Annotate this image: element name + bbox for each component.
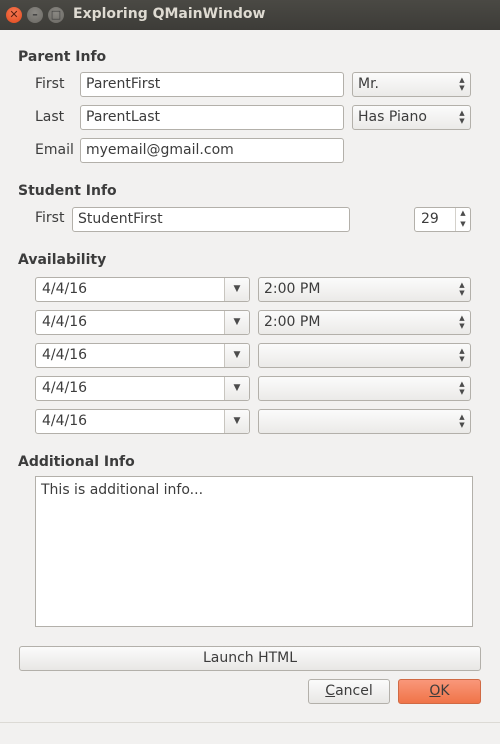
availability-time-2[interactable]: 2:00 PM ▲ ▼	[258, 310, 471, 335]
parent-title-select[interactable]: Mr. ▲ ▼	[352, 72, 471, 97]
parent-info-heading: Parent Info	[18, 49, 107, 65]
chevron-down-icon[interactable]: ▼	[224, 377, 249, 400]
availability-time-value: 2:00 PM	[264, 281, 321, 297]
availability-date-value: 4/4/16	[42, 413, 88, 429]
piano-value: Has Piano	[358, 109, 427, 125]
student-first-input[interactable]: StudentFirst	[72, 207, 350, 232]
availability-heading: Availability	[18, 252, 107, 268]
availability-time-4[interactable]: ▲ ▼	[258, 376, 471, 401]
status-bar-divider	[0, 722, 500, 723]
maximize-icon[interactable]: □	[48, 7, 64, 23]
availability-date-3[interactable]: 4/4/16 ▼	[35, 343, 250, 368]
title-bar: ✕ – □ Exploring QMainWindow	[0, 0, 500, 30]
parent-email-input[interactable]: myemail@gmail.com	[80, 138, 344, 163]
chevron-down-icon[interactable]: ▼	[224, 278, 249, 301]
availability-date-2[interactable]: 4/4/16 ▼	[35, 310, 250, 335]
student-age-spinbox[interactable]: 29 ▲ ▼	[414, 207, 471, 232]
availability-date-value: 4/4/16	[42, 281, 88, 297]
availability-date-1[interactable]: 4/4/16 ▼	[35, 277, 250, 302]
piano-select[interactable]: Has Piano ▲ ▼	[352, 105, 471, 130]
parent-email-label: Email	[35, 142, 74, 158]
chevron-down-icon[interactable]: ▼	[224, 344, 249, 367]
close-icon[interactable]: ✕	[6, 7, 22, 23]
minimize-icon[interactable]: –	[27, 7, 43, 23]
parent-last-label: Last	[35, 109, 65, 125]
spin-arrows-icon: ▲ ▼	[459, 413, 465, 429]
availability-date-5[interactable]: 4/4/16 ▼	[35, 409, 250, 434]
window-title: Exploring QMainWindow	[73, 6, 266, 22]
additional-info-heading: Additional Info	[18, 454, 135, 470]
chevron-down-icon[interactable]: ▼	[224, 311, 249, 334]
additional-info-textarea[interactable]: This is additional info...	[35, 476, 473, 627]
spin-arrows-icon: ▲ ▼	[459, 314, 465, 330]
parent-first-input[interactable]: ParentFirst	[80, 72, 344, 97]
availability-date-value: 4/4/16	[42, 380, 88, 396]
spin-arrows-icon: ▲ ▼	[459, 281, 465, 297]
availability-time-3[interactable]: ▲ ▼	[258, 343, 471, 368]
cancel-button[interactable]: Cancel	[308, 679, 390, 704]
ok-label: K	[440, 683, 450, 699]
student-info-heading: Student Info	[18, 183, 117, 199]
parent-first-label: First	[35, 76, 65, 92]
availability-time-value: 2:00 PM	[264, 314, 321, 330]
cancel-label: ancel	[335, 683, 373, 699]
chevron-down-icon[interactable]: ▼	[224, 410, 249, 433]
launch-html-button[interactable]: Launch HTML	[19, 646, 481, 671]
student-age-value: 29	[421, 211, 439, 227]
ok-button[interactable]: OK	[398, 679, 481, 704]
availability-date-4[interactable]: 4/4/16 ▼	[35, 376, 250, 401]
spin-arrows-icon: ▲ ▼	[459, 109, 465, 125]
spin-arrows-icon[interactable]: ▲ ▼	[455, 208, 470, 231]
spin-arrows-icon: ▲ ▼	[459, 76, 465, 92]
ok-mnemonic: O	[429, 683, 441, 699]
availability-time-1[interactable]: 2:00 PM ▲ ▼	[258, 277, 471, 302]
parent-title-value: Mr.	[358, 76, 379, 92]
parent-last-input[interactable]: ParentLast	[80, 105, 344, 130]
cancel-mnemonic: C	[325, 683, 336, 699]
availability-time-5[interactable]: ▲ ▼	[258, 409, 471, 434]
availability-date-value: 4/4/16	[42, 314, 88, 330]
availability-date-value: 4/4/16	[42, 347, 88, 363]
spin-arrows-icon: ▲ ▼	[459, 347, 465, 363]
spin-arrows-icon: ▲ ▼	[459, 380, 465, 396]
student-first-label: First	[35, 210, 65, 226]
